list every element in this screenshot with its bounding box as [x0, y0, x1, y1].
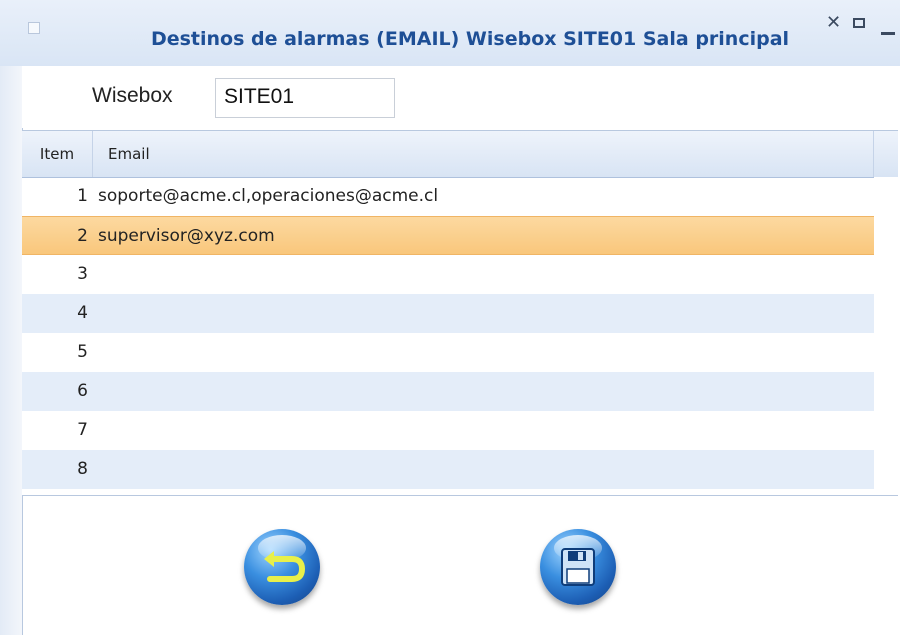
minimize-icon[interactable]	[881, 32, 895, 35]
row-item-number: 8	[77, 459, 88, 479]
close-icon[interactable]: ✕	[826, 14, 841, 32]
table-row[interactable]: 1 soporte@acme.cl,operaciones@acme.cl	[22, 177, 874, 216]
grid-scroll-gutter	[874, 177, 898, 495]
back-button[interactable]	[244, 529, 320, 605]
save-button[interactable]	[540, 529, 616, 605]
row-item-number: 1	[77, 186, 88, 206]
table-row[interactable]: 4	[22, 294, 874, 333]
column-header-email[interactable]: Email	[92, 131, 874, 177]
maximize-icon[interactable]	[853, 18, 865, 28]
wisebox-label: Wisebox	[92, 84, 173, 107]
table-row[interactable]: 5	[22, 333, 874, 372]
email-grid: Item Email 1 soporte@acme.cl,operaciones…	[22, 130, 898, 496]
table-row[interactable]: 8	[22, 450, 874, 489]
title-bar[interactable]: Destinos de alarmas (EMAIL) Wisebox SITE…	[0, 0, 900, 67]
row-email[interactable]: soporte@acme.cl,operaciones@acme.cl	[98, 177, 438, 216]
row-item-number: 3	[77, 264, 88, 284]
row-item-number: 2	[77, 226, 88, 246]
window-left-edge	[0, 66, 23, 635]
undo-arrow-icon	[264, 551, 306, 582]
wisebox-field[interactable]: SITE01	[215, 78, 395, 118]
table-row[interactable]: 7	[22, 411, 874, 450]
grid-header: Item Email	[22, 131, 898, 178]
row-email[interactable]: supervisor@xyz.com	[98, 217, 275, 256]
table-row[interactable]: 3	[22, 255, 874, 294]
email-destinations-window: Destinos de alarmas (EMAIL) Wisebox SITE…	[0, 0, 900, 635]
row-item-number: 7	[77, 420, 88, 440]
window-title: Destinos de alarmas (EMAIL) Wisebox SITE…	[150, 28, 790, 50]
table-row-selected[interactable]: 2 supervisor@xyz.com	[22, 216, 874, 255]
row-item-number: 4	[77, 303, 88, 323]
floppy-disk-icon	[561, 548, 595, 586]
column-header-item[interactable]: Item	[22, 131, 93, 177]
row-item-number: 6	[77, 381, 88, 401]
row-item-number: 5	[77, 342, 88, 362]
table-row[interactable]: 6	[22, 372, 874, 411]
